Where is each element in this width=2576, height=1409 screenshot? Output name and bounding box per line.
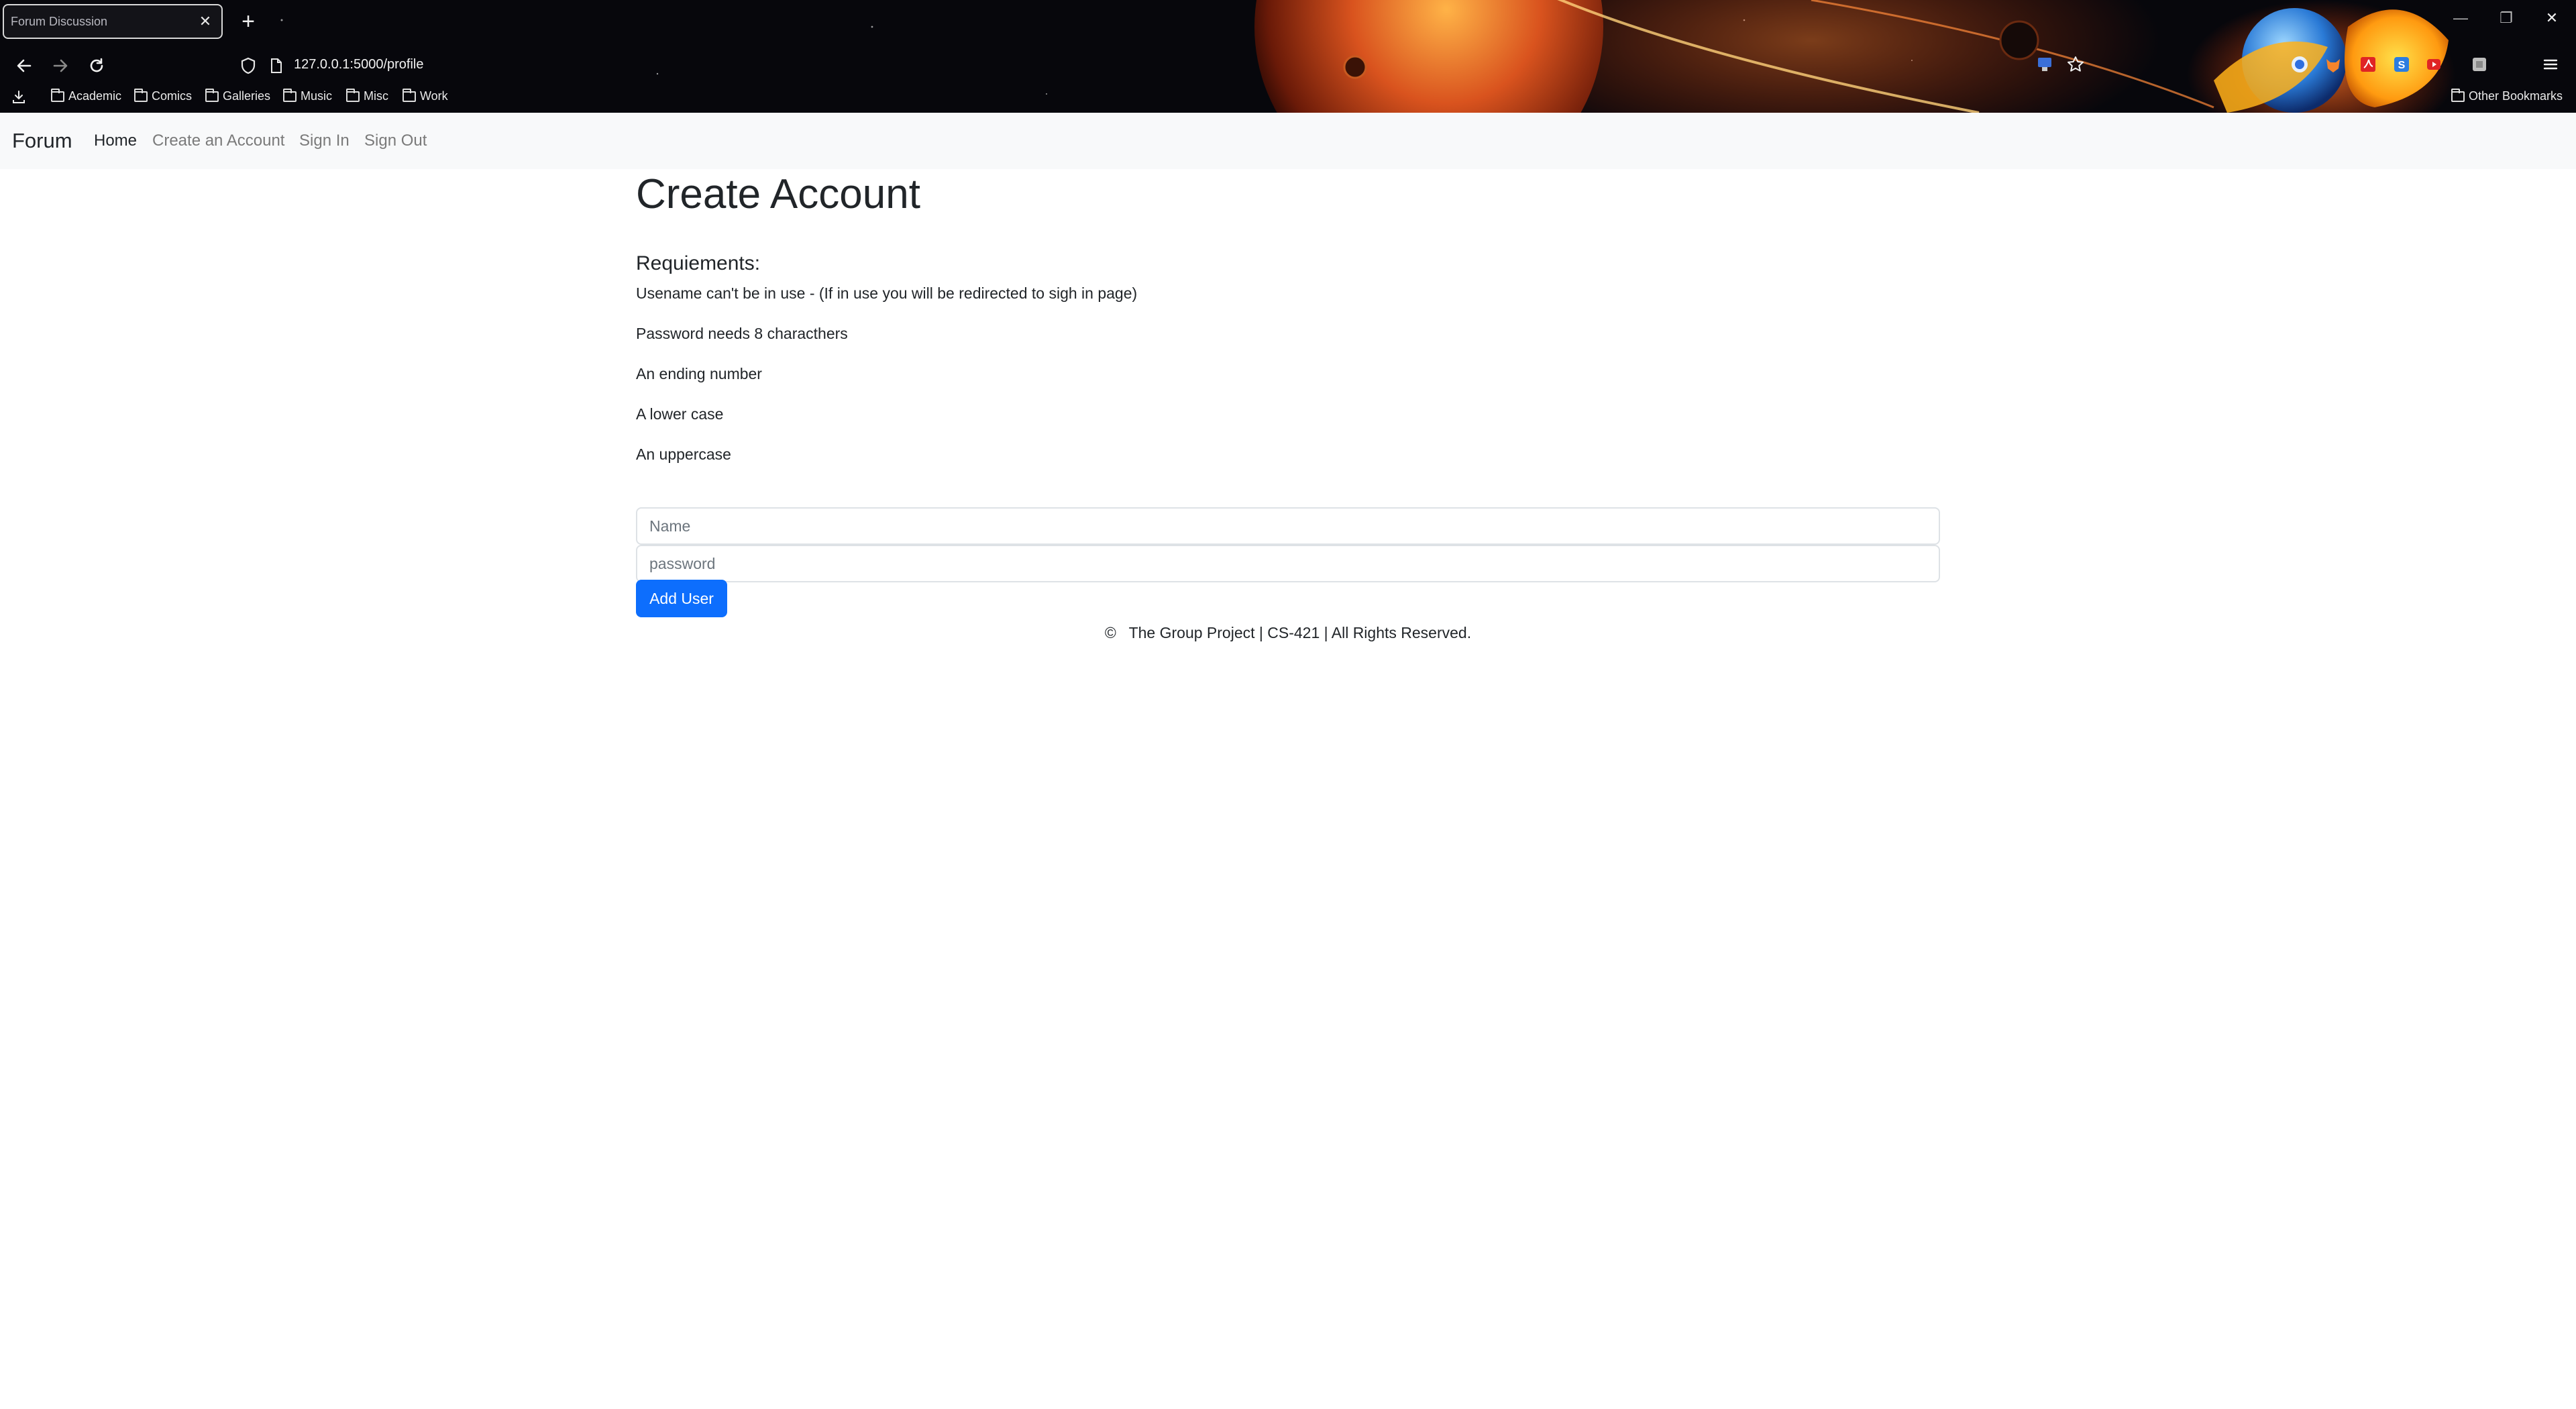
reload-icon[interactable]: [82, 51, 111, 81]
bookmark-music[interactable]: Music: [283, 88, 333, 103]
extension-pdf-icon[interactable]: [2356, 52, 2380, 76]
extension-blue-icon[interactable]: [2288, 52, 2312, 76]
translate-icon[interactable]: [2033, 52, 2057, 76]
navigation-toolbar: 127.0.0.1:5000/profile S: [0, 44, 2576, 86]
page-footer: © The Group Project | CS-421 | All Right…: [1104, 624, 1472, 641]
minimize-window-icon[interactable]: —: [2447, 9, 2474, 27]
add-user-button[interactable]: Add User: [636, 580, 727, 617]
requirement-item: Usename can't be in use - (If in use you…: [636, 284, 1138, 302]
extension-fox-icon[interactable]: [2321, 52, 2345, 76]
requirements-heading: Requiements:: [636, 252, 761, 274]
requirement-item: An uppercase: [636, 446, 731, 463]
bookmark-other-bookmarks[interactable]: Other Bookmarks: [2451, 88, 2563, 103]
bookmark-misc[interactable]: Misc: [346, 88, 388, 103]
import-bookmarks-icon[interactable]: [11, 89, 27, 105]
bookmark-star-icon[interactable]: [2063, 52, 2088, 76]
folder-icon: [283, 88, 297, 102]
folder-icon: [402, 88, 416, 102]
bookmarks-toolbar: Academic Comics Galleries Music Misc Wor…: [0, 86, 2576, 113]
site-navbar: Forum Home Create an Account Sign In Sig…: [0, 113, 2576, 169]
back-icon[interactable]: [9, 51, 39, 81]
folder-icon: [346, 88, 360, 102]
requirement-item: An ending number: [636, 365, 762, 382]
forward-icon[interactable]: [46, 51, 75, 81]
tab-title: Forum Discussion: [11, 14, 108, 28]
folder-icon: [205, 88, 219, 102]
tab-strip: Forum Discussion ✕ + — ❐ ✕: [0, 0, 2576, 44]
bookmark-label: Work: [420, 89, 448, 103]
password-input[interactable]: [636, 545, 1940, 582]
bookmark-label: Comics: [152, 89, 193, 103]
nav-link-sign-out[interactable]: Sign Out: [364, 132, 427, 150]
bookmark-label: Misc: [364, 89, 388, 103]
folder-icon: [134, 88, 148, 102]
bookmark-label: Other Bookmarks: [2469, 89, 2563, 103]
page-info-icon[interactable]: [264, 54, 288, 78]
extension-gray-icon[interactable]: [2467, 52, 2491, 76]
nav-link-create-account[interactable]: Create an Account: [152, 132, 284, 150]
bookmark-academic[interactable]: Academic: [51, 88, 122, 103]
folder-icon: [51, 88, 64, 102]
extension-red-icon[interactable]: [2422, 52, 2446, 76]
close-window-icon[interactable]: ✕: [2538, 9, 2565, 27]
bookmark-label: Academic: [68, 89, 122, 103]
svg-text:S: S: [2398, 60, 2406, 71]
restore-window-icon[interactable]: ❐: [2493, 9, 2520, 27]
nav-link-home[interactable]: Home: [94, 132, 137, 150]
close-tab-icon[interactable]: ✕: [196, 13, 215, 30]
folder-icon: [2451, 88, 2465, 102]
menu-icon[interactable]: [2538, 52, 2563, 76]
requirement-item: Password needs 8 characthers: [636, 325, 848, 342]
bookmark-galleries[interactable]: Galleries: [205, 88, 271, 103]
bookmark-label: Music: [301, 89, 333, 103]
shield-icon[interactable]: [236, 54, 260, 78]
extension-s-icon[interactable]: S: [2390, 52, 2414, 76]
page-title: Create Account: [636, 171, 920, 217]
name-input[interactable]: [636, 507, 1940, 545]
address-bar[interactable]: 127.0.0.1:5000/profile: [294, 57, 424, 72]
new-tab-button[interactable]: +: [235, 8, 262, 35]
requirement-item: A lower case: [636, 405, 724, 423]
tab-forum-discussion[interactable]: Forum Discussion ✕: [3, 4, 223, 39]
bookmark-comics[interactable]: Comics: [134, 88, 193, 103]
browser-chrome: Forum Discussion ✕ + — ❐ ✕ 127.0.0.1:500…: [0, 0, 2576, 113]
brand-link[interactable]: Forum: [12, 129, 72, 153]
nav-link-sign-in[interactable]: Sign In: [299, 132, 350, 150]
bookmark-work[interactable]: Work: [402, 88, 448, 103]
bookmark-label: Galleries: [223, 89, 271, 103]
